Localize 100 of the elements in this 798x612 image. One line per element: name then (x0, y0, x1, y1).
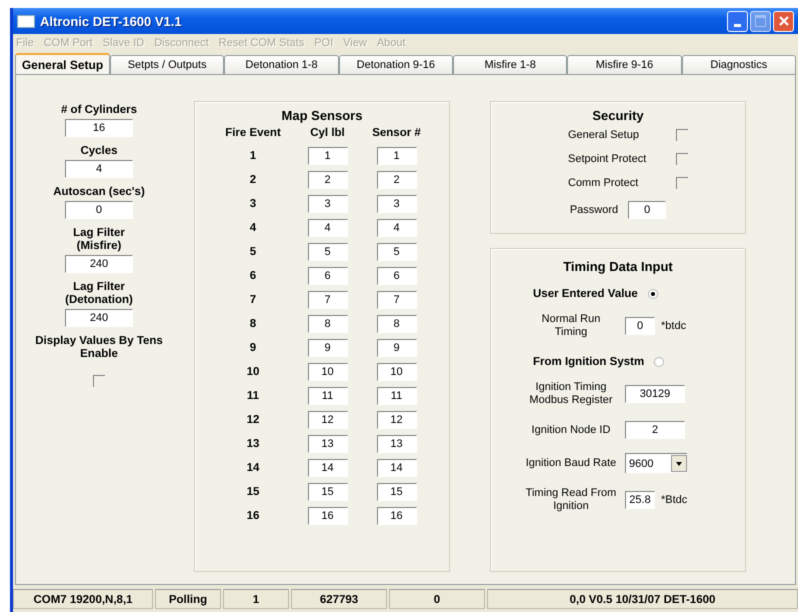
checkbox-label: Display Values By Tens Enable (35, 335, 163, 361)
column-header: Sensor # (372, 127, 421, 139)
input-field[interactable]: 240 (65, 255, 133, 273)
fire-event-number: 13 (246, 437, 260, 452)
input-field[interactable]: 5 (376, 243, 416, 261)
field-label: # of Cylinders (60, 104, 138, 117)
input-field[interactable]: 1 (376, 147, 416, 165)
input-field[interactable]: 6 (376, 267, 416, 285)
input-field[interactable]: 12 (308, 411, 348, 429)
input-field[interactable]: 16 (65, 119, 133, 137)
input-field[interactable]: 16 (376, 507, 416, 525)
radio-button[interactable] (648, 289, 658, 299)
input-field[interactable]: 0 (625, 317, 655, 335)
input-field[interactable]: 14 (376, 459, 416, 477)
panel-title: Timing Data Input (563, 259, 673, 274)
input-field[interactable]: 10 (308, 363, 348, 381)
panel-title: Map Sensors (282, 108, 362, 123)
checkbox-label: General Setup (568, 129, 639, 141)
input-field[interactable]: 5 (308, 243, 348, 261)
field-label: Normal Run Timing (540, 313, 602, 339)
tab[interactable]: Diagnostics (682, 55, 796, 74)
input-field[interactable]: 16 (308, 507, 348, 525)
fire-event-number: 16 (246, 509, 260, 524)
input-field[interactable]: 4 (308, 219, 348, 237)
maximize-button[interactable] (750, 10, 771, 32)
field-label: Autoscan (sec's) (53, 186, 145, 199)
input-field[interactable]: 11 (308, 387, 348, 405)
input-field[interactable]: 15 (376, 483, 416, 501)
close-icon[interactable] (778, 15, 790, 27)
input-field[interactable]: 10 (376, 363, 416, 381)
fire-event-number: 5 (250, 245, 256, 260)
column-header: Fire Event (225, 127, 281, 139)
field-label: Lag Filter (Misfire) (73, 227, 125, 253)
column-header: Cyl lbl (310, 127, 345, 139)
field-label: Ignition Node ID (530, 424, 612, 436)
tab[interactable]: Misfire 9-16 (567, 55, 682, 74)
minimize-button[interactable] (727, 10, 748, 32)
tab[interactable]: Setpts / Outputs (110, 55, 224, 74)
input-field[interactable]: 11 (376, 387, 416, 405)
tab[interactable]: Misfire 1-8 (452, 55, 568, 74)
fire-event-number: 2 (250, 173, 256, 188)
field-label: Timing Read From Ignition (524, 487, 618, 513)
panel-title: Security (592, 108, 644, 123)
input-field[interactable]: 6 (308, 267, 348, 285)
input-field[interactable]: 8 (308, 315, 348, 333)
fire-event-number: 11 (246, 389, 260, 404)
input-field[interactable]: 2 (625, 421, 685, 439)
status-bar-cell: 0,0 V0.5 10/31/07 DET-1600 (487, 588, 798, 608)
input-field[interactable]: 3 (308, 195, 348, 213)
input-field[interactable]: 7 (376, 291, 416, 309)
unit-label: *btdc (661, 320, 686, 332)
input-field[interactable]: 1 (308, 147, 348, 165)
checkbox-label: Setpoint Protect (568, 153, 646, 165)
input-field[interactable]: 12 (376, 411, 416, 429)
input-field[interactable]: 240 (65, 309, 133, 327)
input-field[interactable]: 9 (308, 339, 348, 357)
fire-event-number: 6 (250, 269, 256, 284)
fire-event-number: 7 (250, 293, 256, 308)
input-field[interactable]: 2 (376, 171, 416, 189)
field-label: Cycles (80, 145, 118, 158)
tab[interactable]: Detonation 9-16 (338, 55, 453, 74)
fire-event-number: 1 (250, 149, 256, 164)
input-field[interactable]: 2 (308, 171, 348, 189)
radio-button[interactable] (654, 357, 664, 367)
fire-event-number: 14 (246, 461, 260, 476)
status-bar-cell: Polling (155, 588, 221, 608)
input-field[interactable]: 3 (376, 195, 416, 213)
fire-event-number: 10 (246, 365, 260, 380)
readout-field: 25.8 (625, 491, 655, 509)
radio-label: User Entered Value (533, 288, 638, 300)
tab[interactable]: General Setup (15, 53, 110, 74)
fire-event-number: 8 (250, 317, 256, 332)
unit-label: *Btdc (661, 494, 688, 506)
input-field[interactable]: 8 (376, 315, 416, 333)
fire-event-number: 4 (250, 221, 256, 236)
input-field[interactable]: 4 (65, 160, 133, 178)
input-field[interactable]: 30129 (625, 385, 685, 403)
status-bar-cell: COM7 19200,N,8,1 (13, 588, 153, 608)
fire-event-number: 12 (246, 413, 260, 428)
input-field[interactable]: 7 (308, 291, 348, 309)
radio-label: From Ignition Systm (533, 356, 644, 368)
input-field[interactable]: 4 (376, 219, 416, 237)
close-button[interactable] (773, 10, 794, 32)
fire-event-number: 9 (250, 341, 256, 356)
checkbox-label: Comm Protect (568, 177, 638, 189)
input-field[interactable]: 9 (376, 339, 416, 357)
input-field[interactable]: 13 (376, 435, 416, 453)
baud-rate-dropdown[interactable]: 9600 (625, 453, 687, 473)
input-field[interactable]: 13 (308, 435, 348, 453)
status-bar-cell: 627793 (291, 588, 387, 608)
status-bar-cell: 1 (223, 588, 289, 608)
field-label: Ignition Baud Rate (524, 456, 618, 470)
field-label: Password (570, 204, 618, 216)
fire-event-number: 15 (246, 485, 260, 500)
input-field[interactable]: 0 (64, 201, 133, 219)
input-field[interactable]: 15 (308, 483, 348, 501)
password-field[interactable]: 0 (628, 201, 666, 219)
input-field[interactable]: 14 (308, 459, 348, 477)
tab[interactable]: Detonation 1-8 (224, 55, 339, 74)
field-label: Lag Filter (Detonation) (65, 281, 133, 307)
